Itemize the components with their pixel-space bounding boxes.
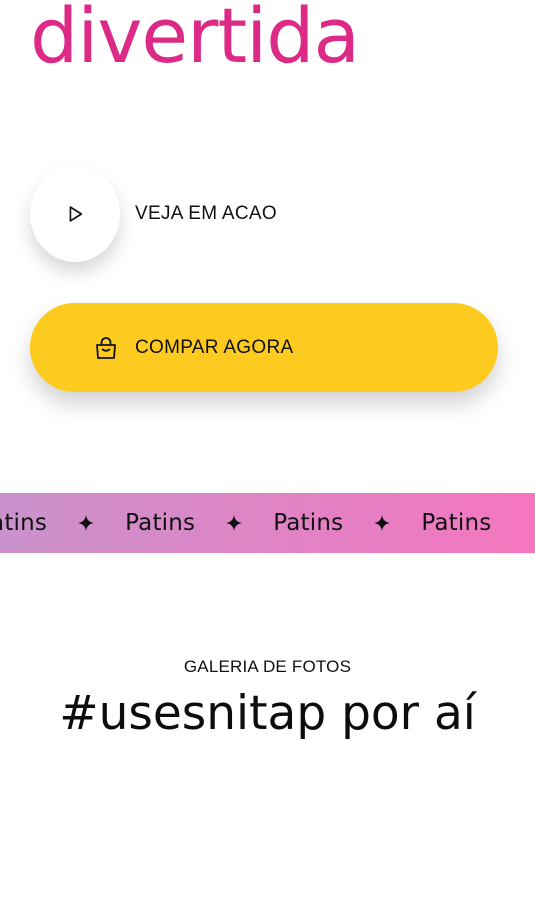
marquee-item: Patins (421, 510, 491, 536)
watch-video-link[interactable]: VEJA EM ACAO (30, 166, 277, 262)
marquee-item: Patins (273, 510, 421, 536)
play-icon (64, 203, 86, 225)
buy-now-button[interactable]: COMPAR AGORA (30, 303, 498, 392)
four-point-star-icon (374, 515, 391, 531)
gallery-title: #usesnitap por aí (59, 686, 476, 741)
marquee-word: Patins (421, 510, 492, 536)
four-point-star-icon (226, 515, 243, 531)
marquee-track: Patins Patins Patins Patins (0, 493, 491, 553)
hero-headline-word: divertida (30, 0, 360, 80)
marquee-item: Patins (125, 510, 273, 536)
buy-now-label: COMPAR AGORA (135, 336, 294, 358)
shopping-bag-icon (92, 334, 120, 362)
marquee-item: Patins (0, 510, 125, 536)
marquee-word: Patins (0, 510, 48, 536)
marquee-word: Patins (125, 510, 196, 536)
four-point-star-icon (78, 515, 95, 531)
gallery-eyebrow: GALERIA DE FOTOS (183, 657, 352, 676)
marquee-word: Patins (273, 510, 344, 536)
watch-video-label[interactable]: VEJA EM ACAO (135, 203, 277, 225)
play-button[interactable] (30, 166, 120, 262)
product-marquee-banner: Patins Patins Patins Patins (0, 493, 535, 553)
